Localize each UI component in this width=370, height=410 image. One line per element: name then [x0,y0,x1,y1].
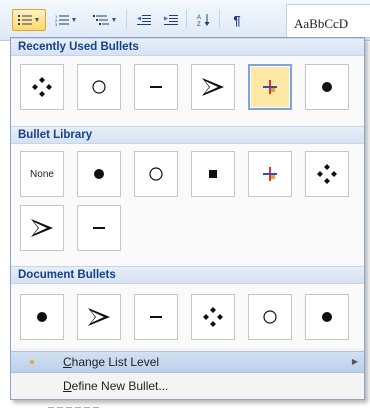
bullet-library-header: Bullet Library [11,126,364,144]
change-level-bullet-icon [30,360,34,364]
ribbon-bar: ▼ 1 2 3 ▼ ▼ A Z ¶ AaBbCcD [0,0,370,41]
svg-text:Z: Z [197,22,201,27]
decrease-indent-icon [137,15,151,25]
recently-used-header: Recently Used Bullets [11,38,364,56]
bullet-tile-four-diamond[interactable] [305,151,349,197]
bullet-tile-four-diamond[interactable] [191,294,235,340]
filled-dot-bullet-icon [94,169,104,179]
define-new-bullet-label: efine New Bullet... [71,379,169,393]
sort-button[interactable]: A Z [191,9,217,31]
bullet-tile-arrowhead[interactable] [77,294,121,340]
numbering-button[interactable]: 1 2 3 ▼ [50,9,82,31]
multilevel-list-icon [92,15,109,25]
show-formatting-button[interactable]: ¶ [224,9,250,31]
bullets-button[interactable]: ▼ [12,9,46,31]
bullet-tile-circle-outline[interactable] [248,294,292,340]
bullet-tile-filled-dot[interactable] [305,64,349,110]
bullet-tile-dash[interactable] [77,205,121,251]
bullet-tile-filled-dot[interactable] [305,294,349,340]
increase-indent-button[interactable] [158,9,184,31]
arrowhead-bullet-icon [31,219,53,237]
style-preview[interactable]: AaBbCcD [286,4,370,38]
colored-cross-bullet-icon [263,167,277,181]
dash-bullet-icon [150,316,162,318]
chevron-down-icon: ▼ [33,16,41,24]
filled-dot-bullet-icon [322,312,332,322]
bullet-menu-commands: Change List Level ▶ Define New Bullet... [11,348,364,399]
bullet-tile-four-diamond[interactable] [20,64,64,110]
ribbon-separator [219,10,220,28]
style-preview-text: AaBbCcD [294,16,349,31]
chevron-down-icon: ▼ [70,16,78,24]
dash-bullet-icon [150,86,162,88]
bullet-tile-circle-outline[interactable] [77,64,121,110]
increase-indent-icon [164,15,178,25]
decrease-indent-button[interactable] [131,9,157,31]
dash-bullet-icon [93,227,105,229]
circle-outline-bullet-icon [263,310,277,324]
bullet-tile-dash[interactable] [134,294,178,340]
bullet-tile-none[interactable]: None [20,151,64,197]
ribbon-separator [186,10,187,28]
change-list-level-label: hange List Level [71,355,160,369]
define-new-bullet-access-key: D [63,379,72,393]
sort-az-icon: A Z [197,14,210,27]
bullet-tile-filled-dot[interactable] [20,294,64,340]
filled-dot-bullet-icon [37,312,47,322]
bullet-tile-arrowhead[interactable] [191,64,235,110]
bullet-tile-filled-dot[interactable] [77,151,121,197]
chevron-down-icon: ▼ [110,16,118,24]
bullets-icon [17,15,32,25]
filled-square-bullet-icon [209,170,217,178]
multilevel-list-button[interactable]: ▼ [86,9,124,31]
four-diamond-bullet-icon [203,307,223,327]
bullet-tile-arrowhead[interactable] [20,205,64,251]
filled-dot-bullet-icon [322,82,332,92]
bullet-tile-colored-cross[interactable] [248,151,292,197]
svg-text:A: A [197,15,201,21]
circle-outline-bullet-icon [149,167,163,181]
bullets-dropdown: Recently Used Bullets Bullet Library Non… [10,37,365,400]
numbering-icon: 1 2 3 [55,14,69,26]
pilcrow-icon: ¶ [233,12,241,28]
document-bullets-header: Document Bullets [11,266,364,284]
change-list-level-menu-item[interactable]: Change List Level ▶ [11,351,364,373]
svg-text:3: 3 [55,22,58,26]
bullet-tile-circle-outline[interactable] [134,151,178,197]
change-list-level-access-key: C [63,355,72,369]
bullet-tile-dash[interactable] [134,64,178,110]
none-label: None [30,168,54,180]
four-diamond-bullet-icon [317,164,337,184]
define-new-bullet-menu-item[interactable]: Define New Bullet... [11,375,364,397]
ribbon-separator [126,10,127,28]
bullet-tile-filled-square[interactable] [191,151,235,197]
arrowhead-bullet-icon [202,78,224,96]
bullet-tile-colored-cross[interactable] [248,64,292,110]
arrowhead-bullet-icon [88,308,110,326]
colored-cross-bullet-icon [263,80,277,94]
circle-outline-bullet-icon [92,80,106,94]
submenu-arrow-icon: ▶ [351,357,358,366]
four-diamond-bullet-icon [32,77,52,97]
